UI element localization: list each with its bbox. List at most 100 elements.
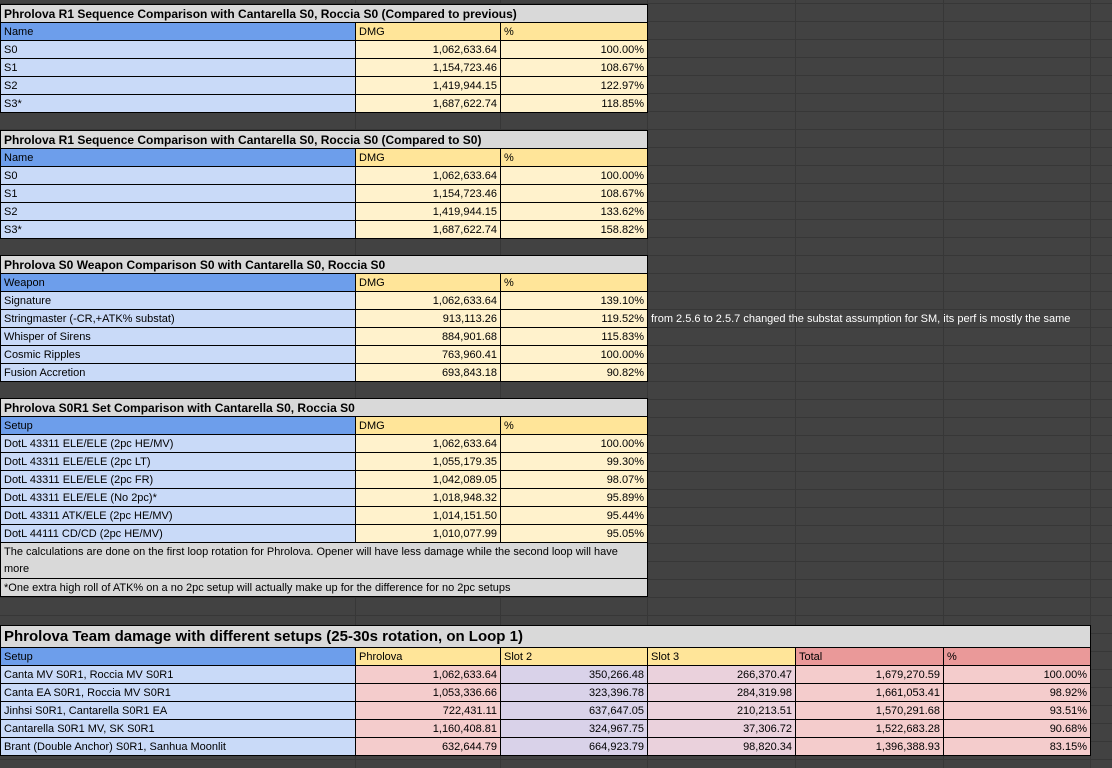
pct-cell[interactable]: 122.97% xyxy=(501,77,648,95)
pct-column-header[interactable]: % xyxy=(501,274,648,292)
setup-cell[interactable]: DotL 43311 ELE/ELE (No 2pc)* xyxy=(1,489,356,507)
pct-cell[interactable]: 98.92% xyxy=(944,684,1091,702)
pct-column-header[interactable]: % xyxy=(501,149,648,167)
slot3-dmg-cell[interactable]: 284,319.98 xyxy=(648,684,796,702)
phrolova-column-header[interactable]: Phrolova xyxy=(356,648,501,666)
phrolova-dmg-cell[interactable]: 1,053,336.66 xyxy=(356,684,501,702)
slot3-dmg-cell[interactable]: 266,370.47 xyxy=(648,666,796,684)
pct-cell[interactable]: 90.82% xyxy=(501,364,648,382)
table-title[interactable]: Phrolova S0R1 Set Comparison with Cantar… xyxy=(1,399,648,417)
setup-cell[interactable]: Canta MV S0R1, Roccia MV S0R1 xyxy=(1,666,356,684)
dmg-cell[interactable]: 1,419,944.15 xyxy=(356,203,501,221)
table-title[interactable]: Phrolova R1 Sequence Comparison with Can… xyxy=(1,5,648,23)
name-cell[interactable]: S1 xyxy=(1,185,356,203)
dmg-cell[interactable]: 1,055,179.35 xyxy=(356,453,501,471)
dmg-cell[interactable]: 1,062,633.64 xyxy=(356,41,501,59)
calculation-note[interactable]: The calculations are done on the first l… xyxy=(1,543,648,579)
pct-cell[interactable]: 99.30% xyxy=(501,453,648,471)
dmg-cell[interactable]: 1,154,723.46 xyxy=(356,185,501,203)
table-title[interactable]: Phrolova R1 Sequence Comparison with Can… xyxy=(1,131,648,149)
name-cell[interactable]: S1 xyxy=(1,59,356,77)
phrolova-dmg-cell[interactable]: 722,431.11 xyxy=(356,702,501,720)
pct-cell[interactable]: 100.00% xyxy=(501,435,648,453)
pct-cell[interactable]: 115.83% xyxy=(501,328,648,346)
pct-cell[interactable]: 100.00% xyxy=(501,41,648,59)
dmg-cell[interactable]: 1,062,633.64 xyxy=(356,435,501,453)
pct-cell[interactable]: 100.00% xyxy=(501,346,648,364)
weapon-cell[interactable]: Signature xyxy=(1,292,356,310)
total-dmg-cell[interactable]: 1,396,388.93 xyxy=(796,738,944,756)
pct-cell[interactable]: 95.05% xyxy=(501,525,648,543)
pct-cell[interactable]: 133.62% xyxy=(501,203,648,221)
total-dmg-cell[interactable]: 1,661,053.41 xyxy=(796,684,944,702)
pct-cell[interactable]: 100.00% xyxy=(501,167,648,185)
slot2-dmg-cell[interactable]: 324,967.75 xyxy=(501,720,648,738)
dmg-cell[interactable]: 884,901.68 xyxy=(356,328,501,346)
slot2-dmg-cell[interactable]: 350,266.48 xyxy=(501,666,648,684)
weapon-cell[interactable]: Whisper of Sirens xyxy=(1,328,356,346)
dmg-column-header[interactable]: DMG xyxy=(356,274,501,292)
dmg-cell[interactable]: 1,010,077.99 xyxy=(356,525,501,543)
total-column-header[interactable]: Total xyxy=(796,648,944,666)
pct-cell[interactable]: 90.68% xyxy=(944,720,1091,738)
dmg-cell[interactable]: 1,154,723.46 xyxy=(356,59,501,77)
total-dmg-cell[interactable]: 1,570,291.68 xyxy=(796,702,944,720)
slot3-dmg-cell[interactable]: 210,213.51 xyxy=(648,702,796,720)
pct-column-header[interactable]: % xyxy=(944,648,1091,666)
dmg-cell[interactable]: 1,687,622.74 xyxy=(356,95,501,113)
weapon-cell[interactable]: Stringmaster (-CR,+ATK% substat) xyxy=(1,310,356,328)
setup-cell[interactable]: Cantarella S0R1 MV, SK S0R1 xyxy=(1,720,356,738)
dmg-column-header[interactable]: DMG xyxy=(356,149,501,167)
pct-cell[interactable]: 118.85% xyxy=(501,95,648,113)
setup-column-header[interactable]: Setup xyxy=(1,648,356,666)
dmg-cell[interactable]: 1,042,089.05 xyxy=(356,471,501,489)
setup-cell[interactable]: DotL 44111 CD/CD (2pc HE/MV) xyxy=(1,525,356,543)
dmg-cell[interactable]: 1,062,633.64 xyxy=(356,167,501,185)
pct-cell[interactable]: 98.07% xyxy=(501,471,648,489)
setup-cell[interactable]: DotL 43311 ELE/ELE (2pc HE/MV) xyxy=(1,435,356,453)
name-cell[interactable]: S0 xyxy=(1,41,356,59)
slot2-dmg-cell[interactable]: 323,396.78 xyxy=(501,684,648,702)
slot3-dmg-cell[interactable]: 98,820.34 xyxy=(648,738,796,756)
slot2-column-header[interactable]: Slot 2 xyxy=(501,648,648,666)
pct-cell[interactable]: 95.89% xyxy=(501,489,648,507)
total-dmg-cell[interactable]: 1,679,270.59 xyxy=(796,666,944,684)
pct-cell[interactable]: 108.67% xyxy=(501,185,648,203)
weapon-cell[interactable]: Fusion Accretion xyxy=(1,364,356,382)
name-cell[interactable]: S2 xyxy=(1,77,356,95)
pct-cell[interactable]: 119.52% xyxy=(501,310,648,328)
stringmaster-update-note[interactable]: from 2.5.6 to 2.5.7 changed the substat … xyxy=(651,310,1070,328)
slot2-dmg-cell[interactable]: 664,923.79 xyxy=(501,738,648,756)
phrolova-dmg-cell[interactable]: 1,160,408.81 xyxy=(356,720,501,738)
weapon-cell[interactable]: Cosmic Ripples xyxy=(1,346,356,364)
pct-cell[interactable]: 108.67% xyxy=(501,59,648,77)
name-cell[interactable]: S0 xyxy=(1,167,356,185)
setup-column-header[interactable]: Setup xyxy=(1,417,356,435)
atk-roll-note[interactable]: *One extra high roll of ATK% on a no 2pc… xyxy=(1,579,648,597)
slot2-dmg-cell[interactable]: 637,647.05 xyxy=(501,702,648,720)
name-column-header[interactable]: Name xyxy=(1,23,356,41)
table-title[interactable]: Phrolova Team damage with different setu… xyxy=(1,626,1091,648)
dmg-cell[interactable]: 1,419,944.15 xyxy=(356,77,501,95)
setup-cell[interactable]: DotL 43311 ATK/ELE (2pc HE/MV) xyxy=(1,507,356,525)
dmg-column-header[interactable]: DMG xyxy=(356,417,501,435)
slot3-column-header[interactable]: Slot 3 xyxy=(648,648,796,666)
pct-cell[interactable]: 93.51% xyxy=(944,702,1091,720)
pct-cell[interactable]: 83.15% xyxy=(944,738,1091,756)
setup-cell[interactable]: DotL 43311 ELE/ELE (2pc LT) xyxy=(1,453,356,471)
slot3-dmg-cell[interactable]: 37,306.72 xyxy=(648,720,796,738)
dmg-cell[interactable]: 693,843.18 xyxy=(356,364,501,382)
dmg-cell[interactable]: 763,960.41 xyxy=(356,346,501,364)
setup-cell[interactable]: Brant (Double Anchor) S0R1, Sanhua Moonl… xyxy=(1,738,356,756)
dmg-cell[interactable]: 1,018,948.32 xyxy=(356,489,501,507)
dmg-column-header[interactable]: DMG xyxy=(356,23,501,41)
dmg-cell[interactable]: 1,014,151.50 xyxy=(356,507,501,525)
dmg-cell[interactable]: 1,687,622.74 xyxy=(356,221,501,239)
total-dmg-cell[interactable]: 1,522,683.28 xyxy=(796,720,944,738)
pct-cell[interactable]: 95.44% xyxy=(501,507,648,525)
setup-cell[interactable]: DotL 43311 ELE/ELE (2pc FR) xyxy=(1,471,356,489)
phrolova-dmg-cell[interactable]: 1,062,633.64 xyxy=(356,666,501,684)
pct-cell[interactable]: 158.82% xyxy=(501,221,648,239)
pct-cell[interactable]: 100.00% xyxy=(944,666,1091,684)
name-cell[interactable]: S2 xyxy=(1,203,356,221)
